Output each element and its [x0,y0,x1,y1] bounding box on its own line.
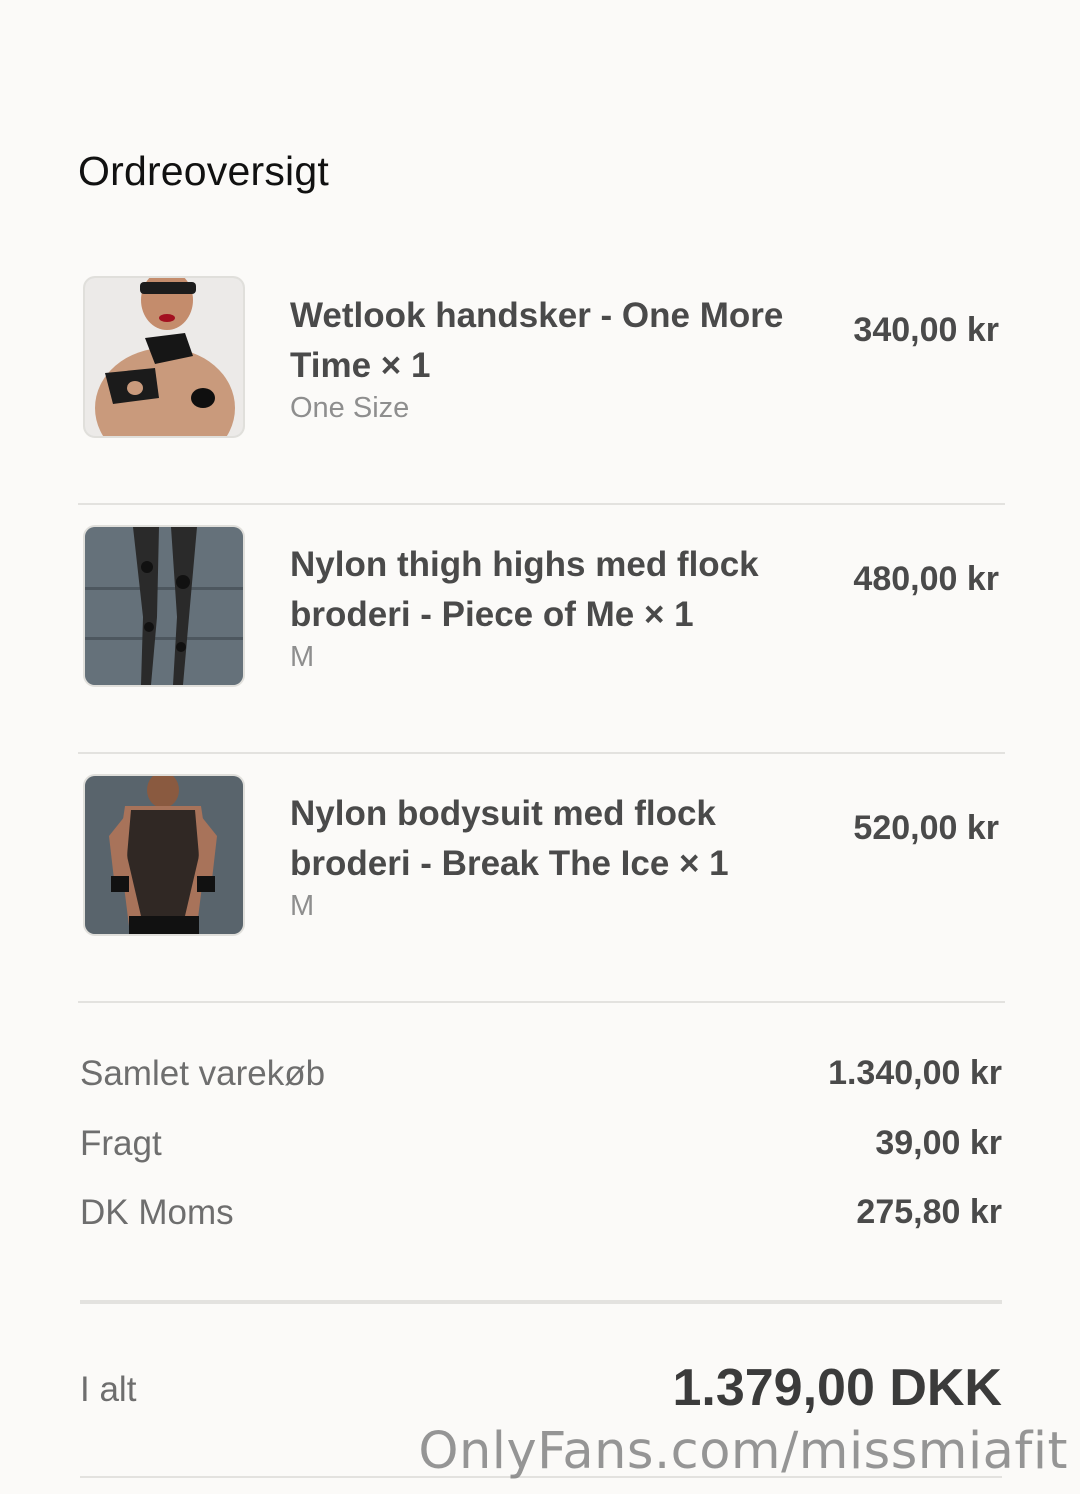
item-name: Nylon bodysuit med flock broderi - Break… [290,794,729,883]
subtotal-row: Samlet varekøb 1.340,00 kr [80,1054,1002,1104]
product-stockings-photo-icon [83,525,245,687]
item-name: Wetlook handsker - One More Time × 1 [290,296,784,385]
item-variant: M [290,641,315,673]
subtotal-label: Samlet varekøb [80,1054,326,1093]
shipping-label: Fragt [80,1124,162,1163]
item-variant: M [290,890,315,922]
vat-label: DK Moms [80,1193,234,1232]
shipping-row: Fragt 39,00 kr [80,1124,1002,1174]
item-price: 480,00 kr [853,560,999,598]
order-summary-page: Ordreoversigt Wetlook handsker - One Mor… [0,0,1080,1494]
total-label: I alt [80,1370,137,1409]
vat-value: 275,80 kr [856,1193,1002,1231]
product-bodysuit-photo-icon [83,774,245,936]
vat-row: DK Moms 275,80 kr [80,1193,1002,1243]
item-price: 340,00 kr [853,311,999,349]
item-price: 520,00 kr [853,809,999,847]
product-gloves-photo-icon [83,276,245,438]
shipping-value: 39,00 kr [875,1124,1002,1162]
order-item: Wetlook handsker - One More Time × 1 One… [78,253,1005,505]
total-divider [80,1300,1002,1304]
page-title: Ordreoversigt [78,148,329,194]
item-variant: One Size [290,392,410,424]
subtotal-value: 1.340,00 kr [828,1054,1002,1092]
total-value: 1.379,00 DKK [672,1359,1002,1417]
watermark-text: OnlyFans.com/missmiafit [418,1422,1068,1481]
item-name: Nylon thigh highs med flock broderi - Pi… [290,545,759,634]
order-item: Nylon thigh highs med flock broderi - Pi… [78,502,1005,754]
order-item: Nylon bodysuit med flock broderi - Break… [78,751,1005,1003]
